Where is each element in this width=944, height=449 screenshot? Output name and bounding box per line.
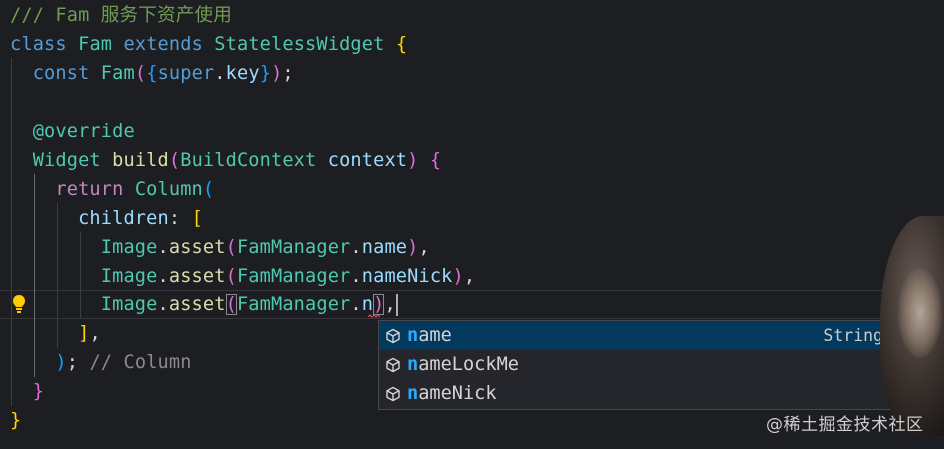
typed-text: n [361,294,374,315]
property-icon [386,386,400,402]
code-line-5: @override [10,117,135,146]
brace: { [429,150,442,171]
named-arg: children [78,208,169,229]
suggestion-widget[interactable]: name String nameLockMe nameNick [378,320,896,410]
property: key [225,63,260,84]
method-name: asset [168,266,226,287]
property-icon [386,357,400,373]
watermark: @稀土掘金技术社区 [766,415,924,435]
punct: . [214,63,226,84]
brace: { [146,63,158,84]
code-line-13: ); // Column [10,348,192,377]
paren: ( [168,150,181,171]
punct: , [384,294,396,315]
keyword: class [10,34,67,55]
brace: { [395,34,408,55]
punct: , [418,237,430,258]
punct: . [157,266,169,287]
type-name: Image [100,266,158,287]
type-name: Widget [32,150,101,171]
paren: ) [407,150,419,171]
punct: . [350,237,362,258]
keyword: const [32,63,90,84]
code-line-14: } [10,377,44,406]
paren: ( [225,266,237,287]
method-name: asset [168,237,226,258]
code-line-1: /// Fam 服务下资产使用 [10,1,232,30]
class-name: FamManager [236,266,351,287]
suggestion-match: n [407,354,419,375]
suggestion-label: ame [418,325,452,346]
closing-label-comment: // Column [89,352,192,373]
code-line-15: } [10,406,21,435]
paren: ) [55,352,67,373]
punct: . [157,294,169,315]
brace: } [10,410,22,431]
paren: ( [134,63,147,84]
property: name [361,237,408,258]
suggestion-item[interactable]: name String [379,321,895,350]
keyword: return [55,179,124,200]
punct: . [157,237,169,258]
suggestion-item[interactable]: nameNick [379,379,895,408]
param-name: context [327,150,408,171]
bracket: [ [191,208,203,229]
code-line-9: Image.asset(FamManager.name), [10,233,430,262]
constructor-name: Fam [100,63,135,84]
code-line-10: Image.asset(FamManager.nameNick), [10,262,475,291]
keyword: extends [123,34,203,55]
punct: . [350,266,362,287]
annotation: @override [32,121,135,142]
code-line-12: ], [10,319,101,348]
brace: } [259,63,272,84]
suggestion-item[interactable]: nameLockMe [379,350,895,379]
method-name: asset [168,294,226,315]
type-name: Image [100,294,158,315]
matching-paren: ) [373,294,385,315]
lightbulb-icon[interactable] [11,293,27,315]
matching-paren: ( [225,294,237,315]
bracket: ] [78,323,90,344]
type-name: Image [100,237,158,258]
property: nameNick [361,266,453,287]
keyword: super [157,63,215,84]
suggestion-type: String [823,326,883,345]
suggestion-label: ameNick [418,383,497,404]
suggestion-match: n [407,325,419,346]
class-name: FamManager [236,294,351,315]
code-line-8: children: [ [10,204,203,233]
class-name: FamManager [236,237,351,258]
punct: : [168,208,181,229]
paren: ) [452,266,464,287]
suggestion-match: n [407,383,419,404]
text-cursor [396,294,398,316]
paren: ( [202,179,215,200]
class-name: Fam [78,34,113,55]
punct: , [89,323,101,344]
param-type: BuildContext [180,150,317,171]
paren: ( [225,237,237,258]
property-icon [386,328,400,344]
method-name: build [112,150,169,171]
doc-comment: /// Fam 服务下资产使用 [10,5,232,26]
brace: } [32,381,45,402]
code-line-6: Widget build(BuildContext context) { [10,146,441,175]
error-squiggle [368,314,380,318]
code-line-3: const Fam({super.key}); [10,59,294,88]
suggestion-label: ameLockMe [418,354,519,375]
punct: ; [66,352,79,373]
partial-photo-detail [898,268,942,358]
code-line-7: return Column( [10,175,214,204]
paren: ) [407,237,419,258]
punct: , [463,266,476,287]
code-line-2: class Fam extends StatelessWidget { [10,30,407,59]
punct: ; [282,63,294,84]
type-name: Column [134,179,203,200]
paren: ) [271,63,283,84]
punct: . [350,294,362,315]
code-line-11[interactable]: Image.asset(FamManager.n), [10,290,396,319]
base-class: StatelessWidget [214,34,385,55]
